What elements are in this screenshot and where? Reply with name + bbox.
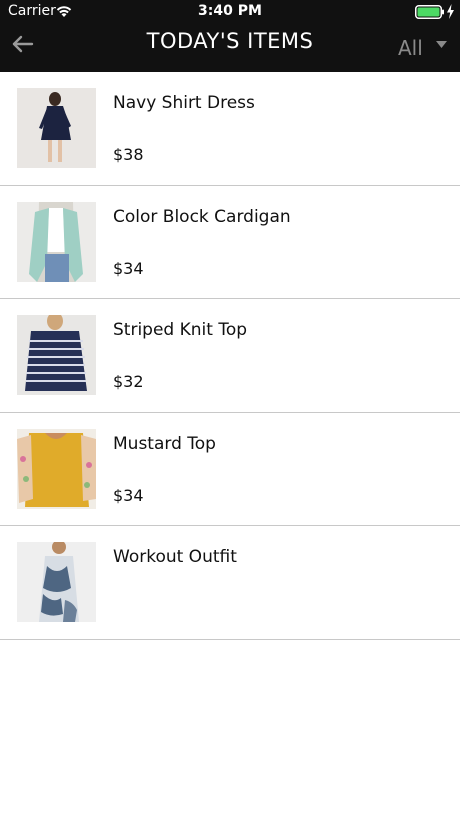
filter-value: All — [398, 36, 423, 60]
item-thumbnail — [17, 428, 96, 509]
list-item[interactable]: Navy Shirt Dress $38 — [0, 72, 460, 186]
item-thumbnail — [17, 201, 96, 282]
nav-bar: TODAY'S ITEMS All — [0, 24, 460, 72]
item-list: Navy Shirt Dress $38 Color Block Cardiga… — [0, 72, 460, 640]
item-price: $32 — [113, 372, 144, 391]
item-name: Workout Outfit — [113, 547, 237, 567]
header: Carrier 3:40 PM TODAY'S ITEMS All — [0, 0, 460, 72]
status-bar: Carrier 3:40 PM — [0, 0, 460, 24]
item-thumbnail — [17, 315, 96, 395]
battery-icon — [415, 5, 444, 19]
list-item[interactable]: Striped Knit Top $32 — [0, 299, 460, 413]
charging-bolt-icon — [447, 4, 454, 19]
page-title: TODAY'S ITEMS — [146, 29, 314, 53]
item-price: $34 — [113, 485, 144, 505]
status-time: 3:40 PM — [198, 3, 262, 19]
item-name: Color Block Cardigan — [113, 206, 291, 227]
list-item[interactable]: Color Block Cardigan $34 — [0, 186, 460, 299]
item-name: Mustard Top — [113, 433, 216, 454]
filter-dropdown[interactable]: All — [396, 34, 454, 62]
chevron-down-icon — [436, 41, 447, 48]
list-item[interactable]: Mustard Top $34 — [0, 413, 460, 526]
item-price: $38 — [113, 145, 144, 164]
item-name: Navy Shirt Dress — [113, 93, 255, 113]
item-thumbnail — [17, 542, 96, 622]
item-name: Striped Knit Top — [113, 320, 248, 340]
item-thumbnail — [17, 88, 96, 168]
item-price: $34 — [113, 258, 144, 278]
list-item[interactable]: Workout Outfit — [0, 526, 460, 640]
